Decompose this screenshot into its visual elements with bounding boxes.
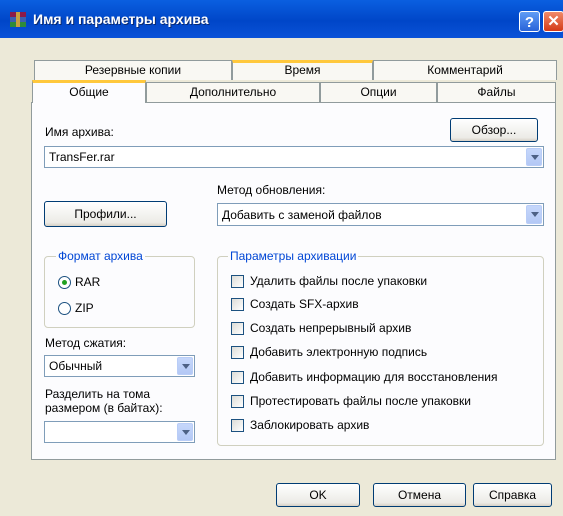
tab-options[interactable]: Опции <box>320 82 437 102</box>
checkbox-create-sfx-label[interactable]: Создать SFX-архив <box>250 297 359 311</box>
archive-name-label: Имя архива: <box>45 125 114 139</box>
radio-zip-label[interactable]: ZIP <box>75 301 94 315</box>
checkbox-delete-after[interactable] <box>231 275 244 288</box>
radio-rar[interactable] <box>58 276 71 289</box>
help-button[interactable]: Справка <box>473 483 552 507</box>
tab-time[interactable]: Время <box>232 60 373 80</box>
checkbox-recovery-record-label[interactable]: Добавить информацию для восстановления <box>250 370 497 384</box>
window-title: Имя и параметры архива <box>33 11 209 27</box>
archive-name-field[interactable]: TransFer.rar <box>44 146 544 168</box>
tab-comment[interactable]: Комментарий <box>373 60 557 80</box>
archive-name-value[interactable]: TransFer.rar <box>49 150 115 164</box>
checkbox-solid-archive[interactable] <box>231 322 244 335</box>
compression-select[interactable]: Обычный <box>44 355 195 377</box>
checkbox-solid-archive-label[interactable]: Создать непрерывный архив <box>250 321 411 335</box>
checkbox-digital-signature[interactable] <box>231 346 244 359</box>
winrar-icon <box>10 12 26 27</box>
checkbox-create-sfx[interactable] <box>231 298 244 311</box>
checkbox-delete-after-label[interactable]: Удалить файлы после упаковки <box>250 274 427 288</box>
checkbox-lock-archive[interactable] <box>231 419 244 432</box>
update-method-value: Добавить с заменой файлов <box>222 208 382 222</box>
split-volume-select[interactable] <box>44 421 195 443</box>
compression-value: Обычный <box>49 359 103 373</box>
archiving-params-title: Параметры архивации <box>228 249 359 263</box>
archive-format-title: Формат архива <box>56 249 145 263</box>
title-help-button[interactable]: ? <box>519 11 540 32</box>
chevron-down-icon[interactable] <box>177 423 193 441</box>
checkbox-digital-signature-label[interactable]: Добавить электронную подпись <box>250 345 427 359</box>
browse-button[interactable]: Обзор... <box>450 118 538 142</box>
compression-label: Метод сжатия: <box>45 336 127 350</box>
close-button[interactable]: ✕ <box>543 11 563 32</box>
tab-files[interactable]: Файлы <box>437 82 556 102</box>
split-label-line2: размером (в байтах): <box>45 401 163 415</box>
checkbox-test-files-label[interactable]: Протестировать файлы после упаковки <box>250 394 471 408</box>
tab-advanced[interactable]: Дополнительно <box>146 82 320 102</box>
update-method-label: Метод обновления: <box>217 183 326 197</box>
cancel-button[interactable]: Отмена <box>373 483 466 507</box>
checkbox-lock-archive-label[interactable]: Заблокировать архив <box>250 418 369 432</box>
ok-button[interactable]: OK <box>276 483 360 507</box>
checkbox-recovery-record[interactable] <box>231 371 244 384</box>
archive-format-group <box>44 256 195 328</box>
tab-general[interactable]: Общие <box>32 80 146 103</box>
checkbox-test-files[interactable] <box>231 395 244 408</box>
tab-backup[interactable]: Резервные копии <box>34 60 232 80</box>
chevron-down-icon[interactable] <box>526 148 542 166</box>
chevron-down-icon[interactable] <box>177 357 193 375</box>
title-bar[interactable]: Имя и параметры архива ? ✕ <box>0 0 563 38</box>
chevron-down-icon[interactable] <box>526 205 542 224</box>
radio-zip[interactable] <box>58 302 71 315</box>
split-label-line1: Разделить на тома <box>45 387 151 401</box>
radio-rar-label[interactable]: RAR <box>75 275 100 289</box>
update-method-select[interactable]: Добавить с заменой файлов <box>217 203 544 226</box>
profiles-button[interactable]: Профили... <box>44 201 167 227</box>
